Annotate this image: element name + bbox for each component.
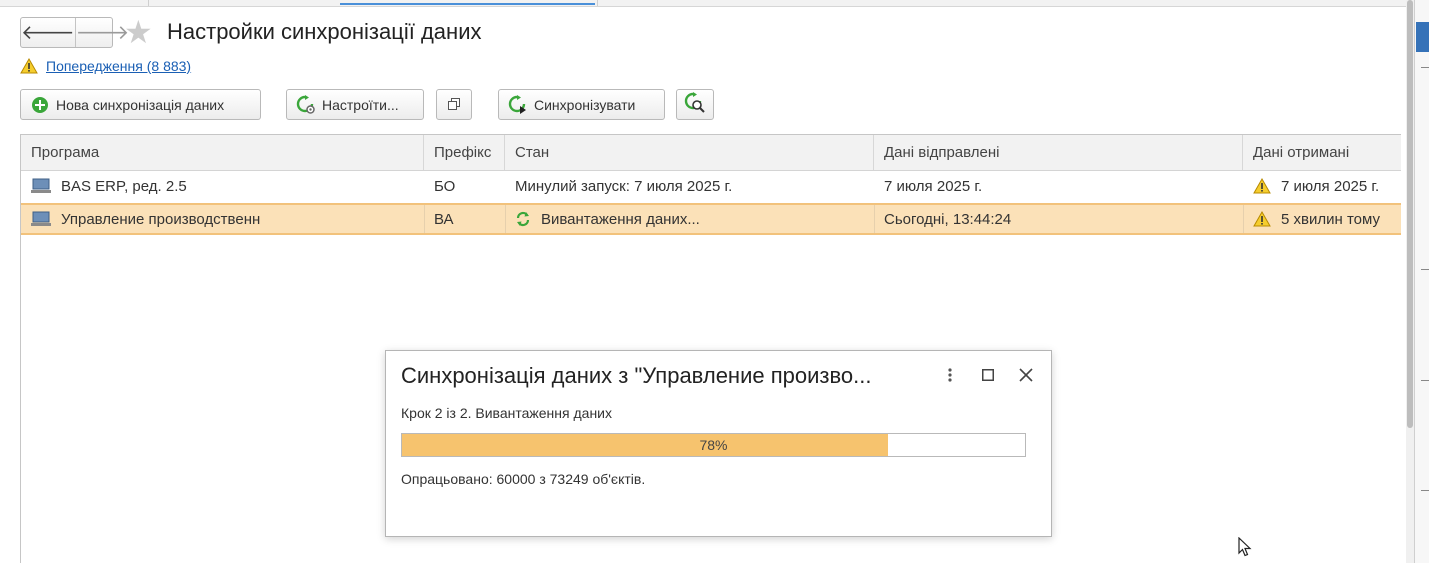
cell-received: 5 хвилин тому: [1243, 205, 1402, 233]
navigation-buttons: 🡐 🡒: [20, 17, 129, 48]
tab-divider: [597, 0, 598, 6]
plus-circle-icon: [30, 95, 50, 115]
computer-icon: [31, 178, 51, 194]
progress-bar: 78%: [401, 433, 1026, 457]
table-row-selected[interactable]: Управление производственн ВА Вивантаженн…: [21, 203, 1401, 235]
configure-label: Настроїти...: [322, 96, 399, 113]
sync-progress-dialog: Синхронізація даних з "Управление произв…: [385, 350, 1052, 537]
cell-state: Минулий запуск: 7 июля 2025 г.: [515, 177, 733, 195]
top-tab-strip: [0, 0, 1410, 7]
refresh-icon: [515, 211, 531, 227]
active-tab-indicator[interactable]: [340, 3, 595, 5]
maximize-button[interactable]: [977, 364, 999, 388]
cursor-icon: [1238, 536, 1252, 560]
toolbar: Нова синхронізація даних Настроїти... Си…: [0, 89, 1429, 122]
new-sync-button[interactable]: Нова синхронізація даних: [20, 89, 261, 120]
page-title: Настройки синхронізації даних: [167, 19, 482, 44]
program-name: Управление производственн: [61, 210, 261, 228]
synchronize-label: Синхронізувати: [534, 96, 636, 113]
more-icon: [948, 367, 952, 386]
forward-button[interactable]: 🡒: [76, 18, 130, 47]
side-panel-divider: [1421, 269, 1429, 270]
open-window-icon: [448, 97, 460, 113]
cell-prefix: БО: [434, 177, 456, 195]
cell-received: 7 июля 2025 г.: [1243, 170, 1402, 202]
more-button[interactable]: [939, 364, 961, 388]
side-panel: [1414, 0, 1429, 563]
close-button[interactable]: [1015, 364, 1037, 388]
open-in-window-button[interactable]: [436, 89, 472, 120]
cell-prefix: ВА: [434, 210, 454, 228]
arrow-right-icon: 🡒: [75, 22, 130, 44]
warnings-link[interactable]: Попередження (8 883): [46, 58, 191, 74]
star-icon[interactable]: ★: [124, 14, 153, 50]
warning-icon: [20, 58, 38, 74]
scrollbar-thumb[interactable]: [1407, 0, 1413, 428]
processed-count: Опрацьовано: 60000 з 73249 об'єктів.: [401, 471, 646, 487]
received-value: 7 июля 2025 г.: [1281, 177, 1380, 195]
sync-settings-icon: [296, 94, 316, 115]
search-sync-icon: [684, 92, 706, 117]
cell-sent: Сьогодні, 13:44:24: [884, 210, 1012, 228]
sync-icon: [508, 94, 528, 115]
step-label: Крок 2 із 2. Вивантаження даних: [401, 405, 612, 421]
synchronize-button[interactable]: Синхронізувати: [498, 89, 665, 120]
side-panel-divider: [1421, 67, 1429, 68]
cell-state: Вивантаження даних...: [505, 205, 874, 233]
column-header-received[interactable]: Дані отримані: [1243, 135, 1402, 170]
cell-sent: 7 июля 2025 г.: [884, 177, 983, 195]
program-name: BAS ERP, ред. 2.5: [61, 177, 187, 195]
dialog-title: Синхронізація даних з "Управление произв…: [401, 363, 872, 388]
computer-icon: [31, 211, 51, 227]
column-header-program[interactable]: Програма: [21, 135, 424, 170]
back-button[interactable]: 🡐: [21, 18, 76, 47]
vertical-scrollbar[interactable]: [1406, 0, 1414, 563]
progress-label: 78%: [699, 437, 728, 453]
table-header: Програма Префікс Стан Дані відправлені Д…: [21, 135, 1401, 171]
find-sync-button[interactable]: [676, 89, 714, 120]
cell-program: Управление производственн: [21, 205, 424, 233]
warning-icon: [1253, 178, 1271, 194]
column-header-prefix[interactable]: Префікс: [424, 135, 505, 170]
warning-icon: [1253, 211, 1271, 227]
column-header-sent[interactable]: Дані відправлені: [874, 135, 1243, 170]
new-sync-label: Нова синхронізація даних: [56, 96, 225, 113]
configure-button[interactable]: Настроїти...: [286, 89, 424, 120]
side-panel-divider: [1421, 380, 1429, 381]
tab-divider: [148, 0, 149, 6]
side-panel-button[interactable]: [1416, 22, 1429, 52]
arrow-left-icon: 🡐: [21, 22, 75, 44]
received-value: 5 хвилин тому: [1281, 210, 1380, 228]
column-header-state[interactable]: Стан: [505, 135, 874, 170]
table-row[interactable]: BAS ERP, ред. 2.5 БО Минулий запуск: 7 и…: [21, 170, 1401, 202]
side-panel-divider: [1421, 490, 1429, 491]
maximize-icon: [982, 368, 994, 384]
close-icon: [1019, 367, 1033, 385]
state-value: Вивантаження даних...: [541, 210, 700, 228]
cell-program: BAS ERP, ред. 2.5: [21, 170, 424, 202]
warnings-row: Попередження (8 883): [20, 58, 191, 74]
